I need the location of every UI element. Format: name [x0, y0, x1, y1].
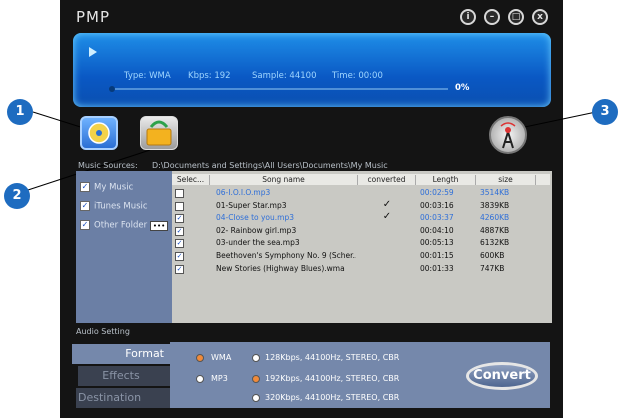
row-checkbox[interactable]: ✓	[175, 214, 184, 224]
cell-converted: ✓	[382, 198, 392, 210]
row-checkbox[interactable]: ✓	[175, 239, 184, 249]
antenna-icon	[500, 122, 516, 149]
open-folder-button[interactable]	[140, 116, 178, 150]
source-item-itunes[interactable]: ✓ iTunes Music	[80, 201, 148, 212]
radio-button[interactable]	[196, 354, 204, 362]
row-checkbox[interactable]	[175, 189, 184, 198]
source-label: Other Folder	[94, 220, 148, 231]
cd-icon	[88, 122, 110, 144]
cell-name: New Stories (Highway Blues).wma	[216, 263, 345, 273]
cell-size: 3839KB	[480, 200, 510, 210]
tab-effects[interactable]: Effects	[78, 366, 170, 386]
source-item-other-folder[interactable]: ✓ Other Folder •••	[80, 220, 169, 231]
checkbox[interactable]: ✓	[80, 220, 90, 230]
cell-name: Beethoven's Symphony No. 9 (Scher...	[216, 251, 356, 260]
cell-name: 03-under the sea.mp3	[216, 238, 300, 248]
music-sources-path: D:\Documents and Settings\All Users\Docu…	[152, 161, 388, 170]
row-checkbox[interactable]: ✓	[175, 264, 184, 274]
table-row[interactable]: ✓ Beethoven's Symphony No. 9 (Scher... 00:…	[172, 250, 550, 262]
checkbox[interactable]: ✓	[80, 201, 90, 211]
cell-name: 02- Rainbow girl.mp3	[216, 225, 297, 235]
table-row[interactable]: ✓ 02- Rainbow girl.mp3 00:04:10 4887KB	[172, 225, 550, 237]
table-row[interactable]: ✓ New Stories (Highway Blues).wma 00:01:33…	[172, 263, 550, 275]
cell-length: 00:04:10	[420, 225, 454, 235]
column-header[interactable]: Song name	[210, 175, 358, 185]
convert-button[interactable]: Convert	[466, 362, 538, 390]
callout-2: 2	[4, 183, 30, 209]
table-row[interactable]: ✓ 04-Close to you.mp3 ✓ 00:03:37 4260KB	[172, 211, 550, 224]
cell-size: 600KB	[480, 251, 505, 260]
row-checkbox[interactable]: ✓	[175, 252, 184, 261]
row-checkbox[interactable]: ✓	[175, 226, 184, 236]
quality-label: 128Kbps, 44100Hz, STEREO, CBR	[265, 353, 400, 362]
radio-button[interactable]	[196, 375, 204, 383]
cell-length: 00:01:15	[420, 251, 454, 260]
table-header: Selec... Song name converted Length size	[172, 174, 550, 185]
source-label: My Music	[94, 182, 134, 193]
source-label: iTunes Music	[94, 201, 148, 212]
cell-size: 4887KB	[480, 225, 510, 235]
cell-length: 00:01:33	[420, 263, 454, 273]
source-item-my-music[interactable]: ✓ My Music	[80, 182, 133, 193]
cell-size: 4260KB	[480, 213, 510, 223]
add-from-cd-button[interactable]	[80, 116, 118, 150]
music-sources-label: Music Sources:	[78, 161, 138, 170]
radio-button[interactable]	[252, 394, 260, 402]
format-label: MP3	[211, 374, 228, 383]
audio-setting-label: Audio Setting	[76, 327, 130, 336]
callout-3: 3	[592, 99, 618, 125]
column-header[interactable]: Length	[416, 175, 476, 185]
tab-destination[interactable]: Destination	[76, 388, 170, 408]
browse-button[interactable]: •••	[149, 220, 169, 231]
cell-length: 00:02:59	[420, 188, 454, 197]
cell-name: 04-Close to you.mp3	[216, 213, 294, 223]
column-header[interactable]: converted	[358, 175, 416, 185]
sources-sidebar	[76, 171, 172, 323]
cell-length: 00:03:16	[420, 200, 454, 210]
cell-converted: ✓	[382, 211, 392, 223]
row-checkbox[interactable]	[175, 201, 184, 211]
broadcast-button[interactable]	[489, 116, 527, 154]
quality-label: 192Kbps, 44100Hz, STEREO, CBR	[265, 374, 400, 383]
checkbox[interactable]: ✓	[80, 182, 90, 192]
tab-format[interactable]: Format	[72, 344, 170, 364]
cell-size: 6132KB	[480, 238, 510, 248]
column-header[interactable]: Selec...	[172, 175, 210, 185]
cell-size: 747KB	[480, 263, 505, 273]
column-header[interactable]: size	[476, 175, 536, 185]
table-row[interactable]: 01-Super Star.mp3 ✓ 00:03:16 3839KB	[172, 198, 550, 212]
cell-length: 00:05:13	[420, 238, 454, 248]
radio-button[interactable]	[252, 375, 260, 383]
format-label: WMA	[211, 353, 232, 362]
radio-button[interactable]	[252, 354, 260, 362]
cell-name: 06-I.O.I.O.mp3	[216, 188, 271, 197]
callout-1: 1	[7, 99, 33, 125]
table-row[interactable]: ✓ 03-under the sea.mp3 00:05:13 6132KB	[172, 237, 550, 249]
table-row[interactable]: 06-I.O.I.O.mp3 00:02:59 3514KB	[172, 187, 550, 199]
quality-label: 320Kbps, 44100Hz, STEREO, CBR	[265, 393, 400, 402]
folder-icon	[146, 120, 172, 146]
cell-size: 3514KB	[480, 188, 510, 197]
cell-length: 00:03:37	[420, 213, 454, 223]
cell-name: 01-Super Star.mp3	[216, 200, 287, 210]
